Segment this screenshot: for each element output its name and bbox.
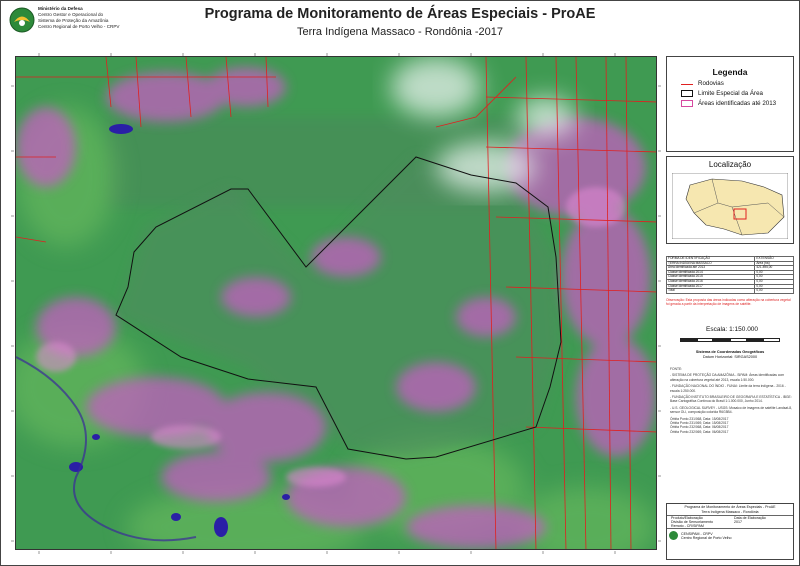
- header: Ministério da Defesa Centro Gestor e Ope…: [0, 0, 800, 46]
- censipam-logo-icon: [669, 531, 678, 541]
- source-line: FONTE:: [670, 367, 683, 371]
- footer-value: Divisão de Sensoriamento Remoto - CR/SIP…: [671, 520, 713, 529]
- map-title: Programa de Monitoramento de Áreas Espec…: [204, 6, 596, 22]
- sources-text: FONTE: - SISTEMA DE PROTEÇÃO DA AMAZÔNIA…: [670, 367, 794, 434]
- legend-title: Legenda: [712, 67, 748, 77]
- legend-box: Legenda Rodovias Limite Especial da Área…: [666, 56, 794, 152]
- source-line: - FUNDAÇÃO NACIONAL DO ÍNDIO - FUNAI: Li…: [670, 384, 786, 393]
- map-subtitle: Terra Indígena Massaco - Rondônia -2017: [296, 26, 504, 38]
- legend-label: Rodovias: [698, 79, 724, 87]
- footer-org-sub: Centro Regional de Porto Velho: [681, 535, 732, 540]
- coord-line: Datum Horizontal: SIRGAS2000: [702, 354, 758, 359]
- boundary-box-icon: [681, 89, 693, 97]
- scale-bar: [680, 338, 781, 342]
- identified-area-icon: [681, 99, 693, 107]
- satellite-map[interactable]: [15, 56, 657, 550]
- footer-program: Programa de Monitoramento de Áreas Espec…: [684, 505, 776, 509]
- road-line-icon: [681, 84, 693, 85]
- sipam-logo: [9, 7, 35, 33]
- source-line: - FUNDAÇÃO INSTITUTO BRASILEIRO DE GEOGR…: [670, 395, 792, 404]
- left-coordinate-ticks: [11, 85, 14, 542]
- table-row: Total 0,00: [665, 288, 794, 294]
- legend-label: Limite Especial da Área: [698, 89, 764, 97]
- source-line: Órbita Ponto 232/069, Data: 06/08/2017: [670, 429, 729, 434]
- satellite-image: [16, 57, 656, 549]
- footer-value: 2017: [734, 520, 742, 525]
- legend-item-identified: Áreas identificadas até 2013: [681, 99, 793, 107]
- source-line: - U.S. GEOLOGICAL SURVEY - USGS: Mosaico…: [670, 405, 792, 415]
- location-map: [672, 173, 788, 239]
- footer-area: Terra Indígena Massaco - Rondônia: [701, 509, 759, 514]
- legend-item-boundary: Limite Especial da Área: [681, 89, 793, 97]
- source-line: - SISTEMA DE PROTEÇÃO DA AMAZÔNIA - SIPA…: [670, 373, 785, 382]
- coordinate-system: Sistema de Coordenadas Geográficas Datum…: [666, 350, 794, 360]
- location-inset: Localização: [666, 156, 794, 244]
- table-cell: Total: [665, 288, 756, 294]
- title-block: Programa de Monitoramento de Áreas Espec…: [666, 503, 794, 560]
- summary-table: FORMA DE IDENTIFICAÇÃO EXTENSÃO TERRA IND…: [665, 256, 794, 294]
- scale-label: Escala: 1:150.000: [706, 326, 759, 333]
- legend-item-roads: Rodovias: [681, 79, 793, 87]
- top-coordinate-ticks: [38, 53, 616, 56]
- organization-block: Ministério da Defesa Centro Gestor e Ope…: [38, 6, 119, 30]
- legend-label: Áreas identificadas até 2013: [698, 99, 777, 107]
- bottom-coordinate-ticks: [38, 551, 616, 554]
- org-line: Centro Regional de Porto Velho - CRPV: [38, 24, 120, 29]
- table-cell: 0,00: [754, 288, 794, 294]
- observation-note: Observação: Esta proposta das áreas indi…: [666, 298, 791, 307]
- location-title: Localização: [708, 160, 752, 169]
